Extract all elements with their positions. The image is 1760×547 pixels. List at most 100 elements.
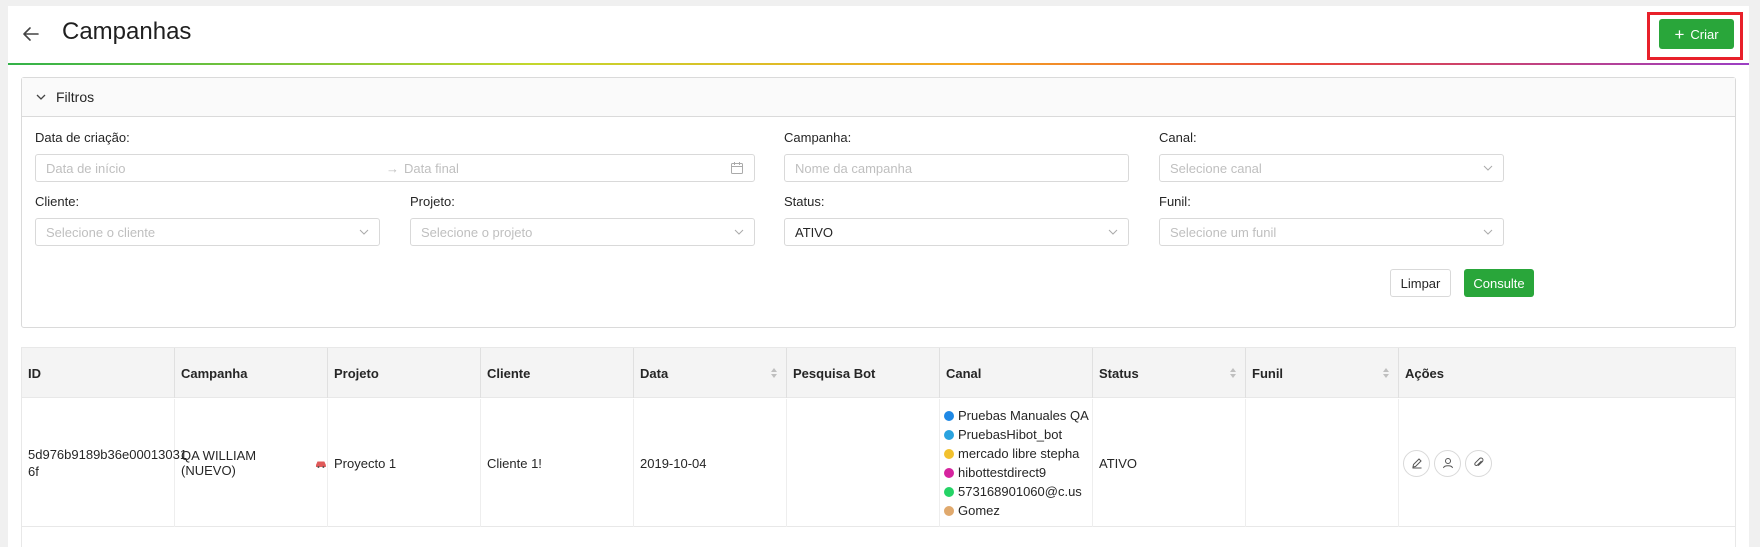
column-header-date-label: Data	[640, 365, 669, 381]
channel-item: PruebasHibot_bot	[944, 426, 1089, 443]
whatsapp-icon	[944, 486, 954, 497]
date-end-input[interactable]: Data final	[404, 161, 459, 176]
channel-select[interactable]: Selecione canal	[1159, 154, 1504, 182]
edit-icon	[1411, 458, 1422, 469]
arrow-right-icon: →	[386, 160, 399, 176]
page-header: Campanhas + Criar	[8, 6, 1749, 65]
column-header-funnel-label: Funil	[1252, 365, 1284, 381]
table-header: ID Campanha Projeto Cliente Data Pesquis…	[22, 348, 1735, 398]
chevron-down-icon	[359, 229, 369, 235]
create-button[interactable]: + Criar	[1659, 19, 1734, 49]
sort-icon[interactable]	[770, 367, 778, 379]
filters-title: Filtros	[56, 89, 95, 105]
channel-label: mercado libre stepha	[958, 446, 1080, 461]
column-header-id: ID	[22, 348, 175, 398]
filters-toggle[interactable]: Filtros	[22, 78, 1735, 117]
column-header-campaign: Campanha	[175, 348, 328, 398]
column-header-funnel[interactable]: Funil	[1246, 348, 1399, 398]
chevron-down-icon	[734, 229, 744, 235]
project-select[interactable]: Selecione o projeto	[410, 218, 755, 246]
column-header-project: Projeto	[328, 348, 481, 398]
sort-icon[interactable]	[1382, 367, 1390, 379]
telegram-icon	[944, 429, 954, 440]
channel-placeholder: Selecione canal	[1170, 160, 1262, 176]
status-value: ATIVO	[795, 224, 834, 240]
status-label: Status:	[784, 194, 825, 209]
cell-client: Cliente 1!	[481, 399, 634, 527]
status-select[interactable]: ATIVO	[784, 218, 1129, 246]
create-button-label: Criar	[1690, 26, 1719, 42]
channel-item: mercado libre stepha	[944, 445, 1089, 462]
messenger-icon	[944, 410, 954, 421]
table-row[interactable]: 5d976b9189b36e00013031 6f QA WILLIAM (NUE…	[22, 399, 1735, 527]
column-header-status-label: Status	[1099, 365, 1139, 381]
channel-label: hibottestdirect9	[958, 465, 1047, 480]
client-placeholder: Selecione o cliente	[46, 224, 156, 240]
channel-item: 573168901060@c.us	[944, 483, 1089, 500]
cell-date: 2019-10-04	[634, 399, 787, 527]
id-line: 5d976b9189b36e00013031	[28, 447, 188, 462]
paperclip-icon	[1473, 457, 1483, 467]
funnel-select[interactable]: Selecione um funil	[1159, 218, 1504, 246]
channel-list: Pruebas Manuales QA PruebasHibot_botmerca…	[944, 407, 1089, 519]
cell-campaign: QA WILLIAM (NUEVO)	[175, 399, 328, 527]
channel-item: Pruebas Manuales QA	[944, 407, 1089, 424]
cell-project: Proyecto 1	[328, 399, 481, 527]
date-label: Data de criação:	[35, 130, 130, 145]
channel-item: hibottestdirect9	[944, 464, 1089, 481]
clear-button[interactable]: Limpar	[1390, 269, 1451, 297]
funnel-label: Funil:	[1159, 194, 1191, 209]
channel-label: 573168901060@c.us	[958, 484, 1082, 499]
column-header-bot: Pesquisa Bot	[787, 348, 940, 398]
id-line: 6f	[28, 464, 39, 479]
cell-actions	[1399, 399, 1737, 527]
cell-channel: Pruebas Manuales QA PruebasHibot_botmerca…	[940, 399, 1093, 527]
campaigns-table: ID Campanha Projeto Cliente Data Pesquis…	[21, 347, 1736, 547]
column-header-client: Cliente	[481, 348, 634, 398]
calendar-icon	[731, 162, 743, 174]
channel-label: Gomez	[958, 503, 1000, 518]
chevron-down-icon	[1483, 229, 1493, 235]
funnel-placeholder: Selecione um funil	[1170, 224, 1277, 240]
channel-item: Gomez	[944, 502, 1089, 519]
project-label: Projeto:	[410, 194, 455, 209]
chevron-down-icon	[36, 94, 46, 100]
user-icon	[1442, 458, 1453, 469]
instagram-icon	[944, 467, 954, 478]
attachment-button[interactable]	[1465, 449, 1492, 477]
row-actions	[1403, 449, 1492, 477]
query-button[interactable]: Consulte	[1464, 269, 1534, 297]
chevron-down-icon	[1108, 229, 1118, 235]
cell-status: ATIVO	[1093, 399, 1246, 527]
date-range-picker[interactable]: Data de início → Data final	[35, 154, 755, 182]
column-header-date[interactable]: Data	[634, 348, 787, 398]
page-title: Campanhas	[62, 18, 192, 45]
filters-panel: Filtros Data de criação: Data de início …	[21, 77, 1736, 328]
date-start-input[interactable]: Data de início	[46, 161, 386, 176]
client-label: Cliente:	[35, 194, 80, 209]
campaigns-page: Campanhas + Criar Filtros Data de criaçã…	[8, 6, 1749, 547]
campaign-name: QA WILLIAM (NUEVO)	[181, 448, 257, 478]
campaign-label: Campanha:	[784, 130, 852, 145]
header-divider	[8, 63, 1749, 65]
assign-user-button[interactable]	[1434, 449, 1461, 477]
sort-icon[interactable]	[1229, 367, 1237, 379]
car-icon	[316, 461, 327, 468]
client-select[interactable]: Selecione o cliente	[35, 218, 380, 246]
mercadolibre-icon	[944, 448, 954, 459]
column-header-channel: Canal	[940, 348, 1093, 398]
edit-button[interactable]	[1403, 449, 1430, 477]
channel-label: Pruebas Manuales QA	[958, 408, 1089, 423]
channel-label: PruebasHibot_bot	[958, 427, 1063, 442]
chevron-down-icon	[1483, 165, 1493, 171]
cell-funnel	[1246, 399, 1399, 527]
hand-icon	[944, 505, 954, 516]
cell-bot	[787, 399, 940, 527]
campaign-name-input[interactable]: Nome da campanha	[784, 154, 1129, 182]
project-placeholder: Selecione o projeto	[421, 224, 533, 240]
column-header-status[interactable]: Status	[1093, 348, 1246, 398]
column-header-actions: Ações	[1405, 365, 1445, 381]
campaign-placeholder: Nome da campanha	[795, 160, 913, 176]
arrow-left-icon[interactable]	[20, 23, 42, 45]
plus-icon: +	[1674, 24, 1685, 44]
